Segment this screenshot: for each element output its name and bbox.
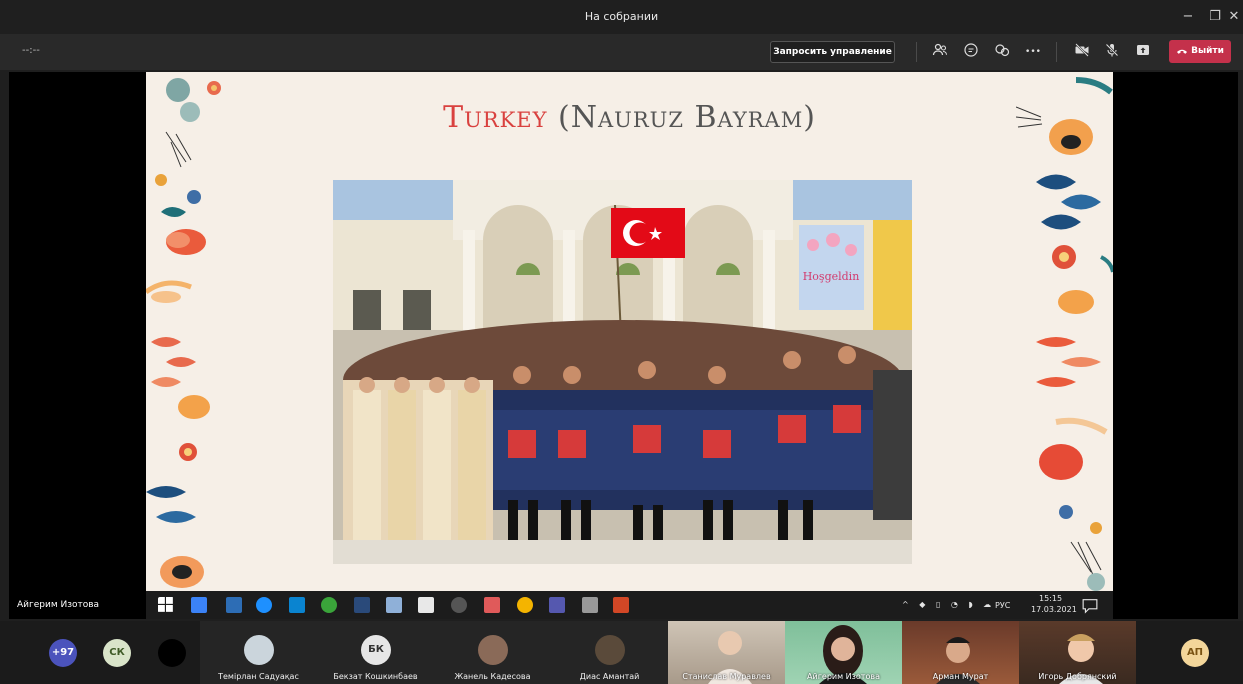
participant-name: Диас Амантай	[579, 672, 640, 681]
more-icon[interactable]: •••	[1023, 42, 1043, 62]
presenter-name-label: Айгерим Изотова	[17, 600, 100, 610]
language-indicator[interactable]: РУС	[995, 601, 1010, 610]
participant-name: Айгерим Изотова	[807, 672, 880, 681]
minimize-icon[interactable]: −	[1176, 6, 1200, 28]
participant-avatar-sk[interactable]: СК	[103, 639, 131, 667]
skype-icon[interactable]	[289, 597, 305, 613]
mic-off-icon[interactable]	[1102, 42, 1122, 62]
slide-title-accent: Turkey	[443, 100, 548, 135]
meeting-timer: --:--	[22, 45, 40, 56]
shared-taskbar: ^ ◆ ▯ ◔ ◗ ☁ РУС 15:15 17.03.2021	[146, 591, 1113, 619]
teams-meeting-window: На собрании − ❐ ✕ --:-- Запросить управл…	[0, 0, 1243, 684]
slide-title-rest: (Nauruz Bayram)	[547, 100, 816, 135]
leave-button[interactable]: Выйти	[1169, 40, 1231, 63]
toolbar-divider	[1056, 42, 1057, 62]
leave-button-label: Выйти	[1191, 46, 1224, 56]
participant-tile[interactable]: Жанель Кадесова	[434, 621, 551, 684]
clock-time: 15:15	[1039, 594, 1063, 603]
avatar	[595, 635, 625, 665]
photo-sign-text: Hoşgeldin	[803, 270, 860, 283]
steam-icon[interactable]	[451, 597, 467, 613]
app-icon[interactable]	[582, 597, 598, 613]
participants-strip: +97 СК Темірлан Садуақас БК Бекзат Кошки…	[0, 621, 1243, 684]
windows-start-icon[interactable]	[158, 597, 174, 613]
camera-off-icon[interactable]	[1072, 42, 1092, 62]
participant-video-tile[interactable]: Станислав Муравлев	[668, 621, 785, 684]
slide-title: Turkey (Nauruz Bayram)	[146, 100, 1113, 135]
app-icon[interactable]	[226, 597, 242, 613]
avatar: БК	[361, 635, 391, 665]
participant-video-tile[interactable]: Арман Мурат	[902, 621, 1019, 684]
participant-tile[interactable]: БК Бекзат Кошкинбаев	[317, 621, 434, 684]
document-icon[interactable]	[418, 597, 434, 613]
shared-screen: Turkey (Nauruz Bayram) Hoşgeldin Айгерим…	[9, 72, 1238, 619]
chrome-icon[interactable]	[517, 597, 533, 613]
overflow-participants-badge[interactable]: +97	[49, 639, 77, 667]
app-icon[interactable]	[354, 597, 370, 613]
request-control-button[interactable]: Запросить управление	[770, 41, 895, 63]
maximize-icon[interactable]: ❐	[1203, 6, 1227, 28]
participant-tile[interactable]: Темірлан Садуақас	[200, 621, 317, 684]
participant-name: Темірлан Садуақас	[218, 672, 299, 681]
clock-date: 17.03.2021	[1031, 605, 1077, 614]
zoom-app-icon[interactable]	[191, 597, 207, 613]
floral-decoration-right	[1016, 77, 1113, 591]
reactions-icon[interactable]	[992, 42, 1012, 62]
avatar	[244, 635, 274, 665]
participant-name: Станислав Муравлев	[682, 672, 771, 681]
app-icon[interactable]	[484, 597, 500, 613]
presentation-slide: Turkey (Nauruz Bayram) Hoşgeldin	[146, 72, 1113, 591]
participant-name: Игорь Добрянский	[1038, 672, 1117, 681]
phone-icon	[1177, 49, 1188, 54]
participant-video-tile[interactable]: Игорь Добрянский	[1019, 621, 1136, 684]
people-icon[interactable]	[930, 42, 950, 62]
slide-photo: Hoşgeldin	[333, 180, 912, 564]
floral-decoration-left	[146, 78, 221, 588]
system-tray-icons[interactable]: ^ ◆ ▯ ◔ ◗ ☁	[902, 600, 995, 609]
close-icon[interactable]: ✕	[1226, 6, 1242, 28]
title-bar: На собрании − ❐ ✕	[0, 0, 1243, 34]
participant-avatar-ap[interactable]: АП	[1181, 639, 1209, 667]
participant-tile[interactable]: Диас Амантай	[551, 621, 668, 684]
torrent-icon[interactable]	[321, 597, 337, 613]
notification-icon[interactable]	[1082, 598, 1098, 614]
participant-avatar-dark[interactable]	[158, 639, 186, 667]
powerpoint-icon[interactable]	[613, 597, 629, 613]
participant-name: Бекзат Кошкинбаев	[333, 672, 418, 681]
share-icon[interactable]	[1133, 42, 1153, 62]
internet-explorer-icon[interactable]	[256, 597, 272, 613]
chat-icon[interactable]	[961, 42, 981, 62]
notes-icon[interactable]	[386, 597, 402, 613]
toolbar-divider	[916, 42, 917, 62]
window-title: На собрании	[584, 10, 659, 23]
avatar	[478, 635, 508, 665]
teams-icon[interactable]	[549, 597, 565, 613]
participant-name: Арман Мурат	[932, 672, 989, 681]
meeting-toolbar: --:-- Запросить управление ••• Выйти	[0, 34, 1243, 70]
participant-video-tile[interactable]: Айгерим Изотова	[785, 621, 902, 684]
participant-name: Жанель Кадесова	[454, 672, 531, 681]
